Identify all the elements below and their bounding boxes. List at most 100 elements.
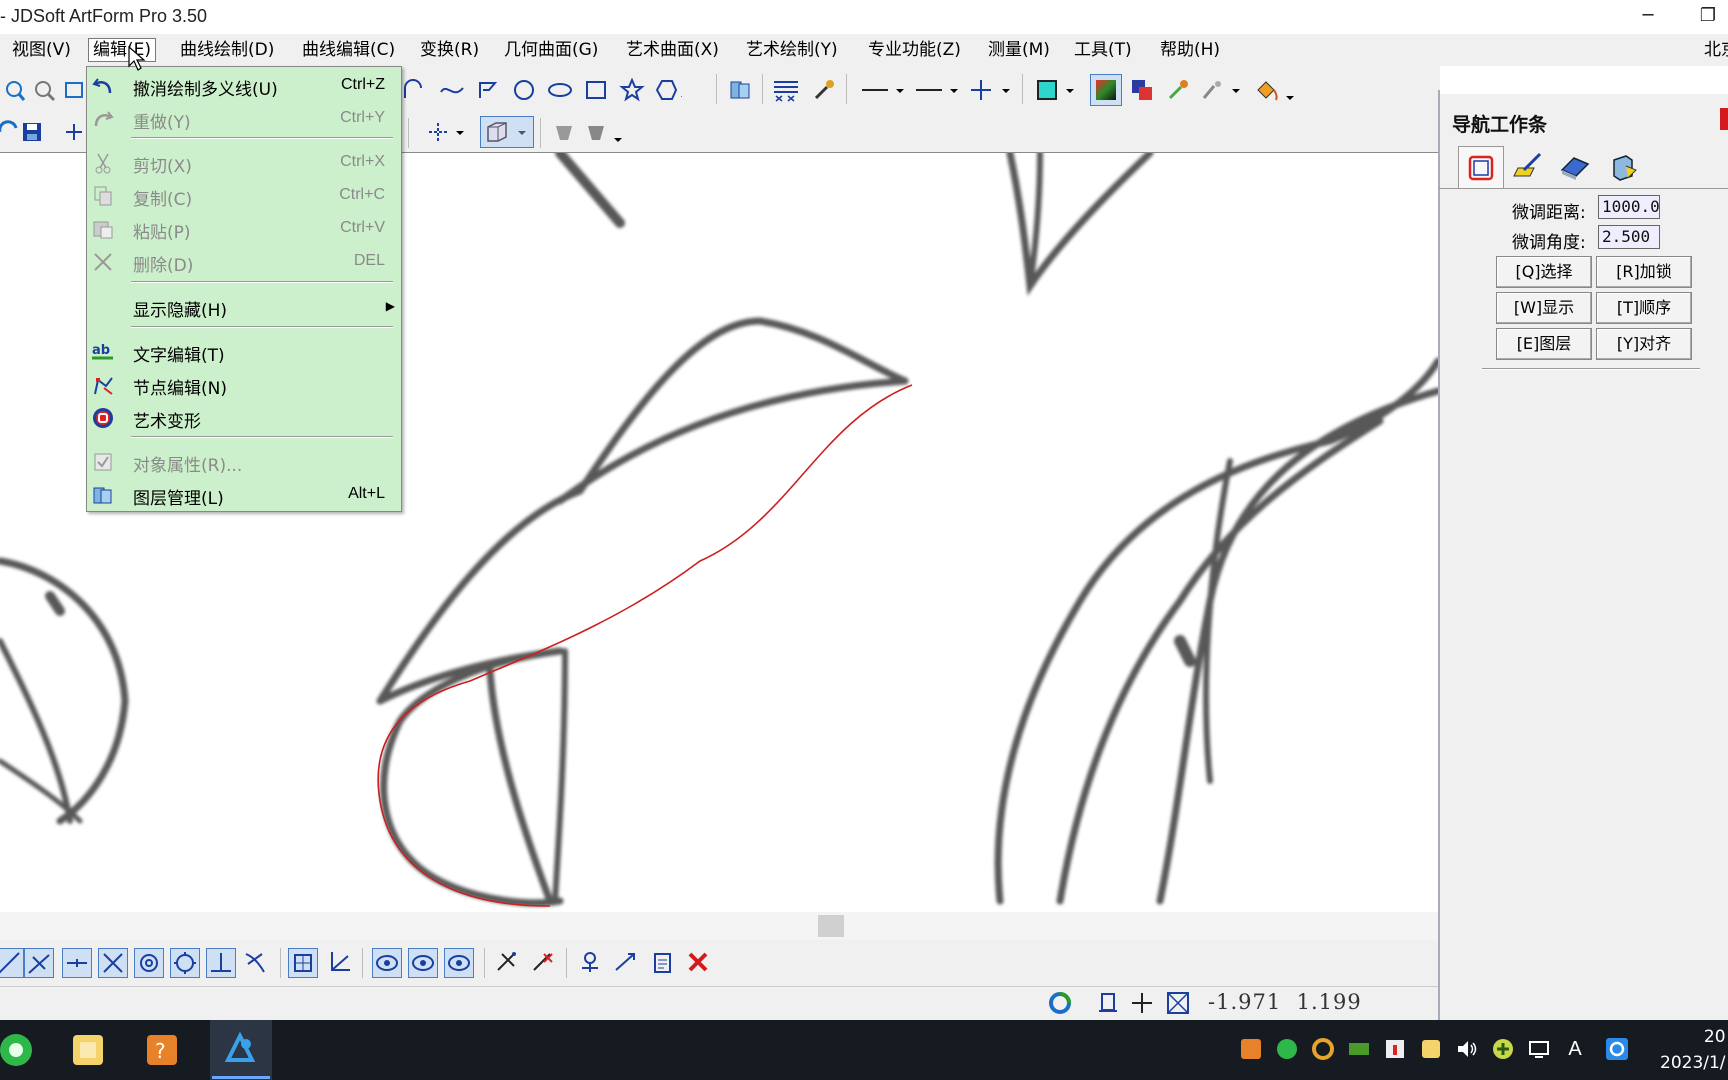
view-mode-3-icon[interactable] [444,948,474,978]
star-icon[interactable] [618,76,646,104]
circle-icon[interactable] [510,76,538,104]
snap-grid-icon[interactable] [288,948,318,978]
zoom-window-icon[interactable] [0,76,28,104]
snap-center-icon[interactable] [134,948,164,978]
tray-qq-icon[interactable] [1604,1036,1630,1062]
menu-professional[interactable]: 专业功能(Z) [864,38,965,62]
menu-item-layers[interactable]: 图层管理(L) Alt+L [87,480,401,510]
shade-icon[interactable] [550,118,578,146]
menu-help[interactable]: 帮助(H) [1156,38,1224,62]
nav-tab-solid[interactable] [1602,146,1648,188]
menu-view[interactable]: 视图(V) [8,38,75,62]
connect-icon[interactable] [612,948,640,976]
show-button[interactable]: [W]显示 [1496,292,1592,324]
refresh-icon[interactable] [1046,989,1074,1017]
snap-angle-icon[interactable] [326,948,354,976]
menu-tools[interactable]: 工具(T) [1070,38,1136,62]
taskbar-browser-icon[interactable] [0,1026,40,1074]
polygon-icon[interactable] [654,76,682,104]
tray-google-icon[interactable] [1310,1036,1336,1062]
snap-perpendicular-icon[interactable] [206,948,236,978]
system-clock[interactable]: 20 2023/1/ [1660,1024,1726,1076]
layer-icon[interactable] [726,76,754,104]
view-box-icon[interactable] [480,116,534,148]
print-icon[interactable] [1094,989,1122,1017]
select-nodes-icon[interactable] [492,948,520,976]
menu-item-show-hide[interactable]: 显示隐藏(H) ▶ [87,292,401,322]
rectangle-icon[interactable] [582,76,610,104]
snap-intersection-icon[interactable] [98,948,128,978]
grid-snap-icon[interactable] [424,118,472,146]
fit-window-icon[interactable] [1164,989,1192,1017]
tray-ime-icon[interactable]: A [1562,1036,1588,1062]
snap-tangent-icon[interactable] [242,948,270,976]
menu-item-text-edit[interactable]: ab 文字编辑(T) [87,337,401,367]
zoom-icon[interactable] [30,76,58,104]
snap-midpoint-icon[interactable] [62,948,92,978]
select-button[interactable]: [Q]选择 [1496,256,1592,288]
ellipse-icon[interactable] [546,76,574,104]
crosshair-icon[interactable] [60,118,88,146]
line-width-icon[interactable] [912,76,962,104]
merge-icon[interactable] [576,948,604,976]
tray-network-icon[interactable] [1274,1036,1300,1062]
eyedropper-icon[interactable] [810,76,838,104]
scrollbar-thumb[interactable] [818,915,844,937]
fill-color-icon[interactable] [1034,76,1084,104]
spray-icon[interactable] [1200,76,1246,104]
minimize-button[interactable]: ─ [1628,2,1668,30]
red-curve[interactable] [377,384,913,907]
menu-art-surface[interactable]: 艺术曲面(X) [622,38,723,62]
tray-volume-icon[interactable] [1454,1036,1480,1062]
save-icon[interactable] [18,118,46,146]
tray-display-icon[interactable] [1526,1036,1552,1062]
menu-transform[interactable]: 变换(R) [416,38,483,62]
zoom-all-icon[interactable] [60,76,88,104]
tray-gpu-icon[interactable] [1346,1036,1372,1062]
layer-button[interactable]: [E]图层 [1496,328,1592,360]
menu-item-art-deform[interactable]: 艺术变形 [87,403,401,433]
nav-tab-pen-surface[interactable] [1504,146,1550,188]
view-mode-1-icon[interactable] [372,948,402,978]
menu-geometric-surface[interactable]: 几何曲面(G) [500,38,602,62]
render-icon[interactable] [584,118,630,146]
delete-nodes-icon[interactable] [528,948,556,976]
polyline-icon[interactable] [474,76,502,104]
taskbar-app-icon[interactable]: ? [138,1026,186,1074]
menu-item-node-edit[interactable]: 节点编辑(N) [87,370,401,400]
color-swap-icon[interactable] [1128,76,1156,104]
snap-endpoint-icon[interactable] [24,948,54,978]
lock-button[interactable]: [R]加锁 [1596,256,1692,288]
menu-curve-edit[interactable]: 曲线编辑(C) [298,38,399,62]
taskbar-artform-icon[interactable] [216,1026,264,1074]
clipboard-list-icon[interactable] [648,948,676,976]
fine-angle-field[interactable]: 2.500 [1598,225,1660,249]
menu-art-draw[interactable]: 艺术绘制(Y) [742,38,842,62]
nav-tab-view[interactable] [1458,146,1504,188]
cancel-icon[interactable] [684,948,712,976]
spline-icon[interactable] [438,76,466,104]
snap-quadrant-icon[interactable] [170,948,200,978]
color-picker-icon[interactable] [1164,76,1192,104]
view-mode-2-icon[interactable] [408,948,438,978]
menu-curve-draw[interactable]: 曲线绘制(D) [176,38,278,62]
tray-security-icon[interactable] [1382,1036,1408,1062]
snap-point-icon[interactable] [966,76,1016,104]
menu-item-undo[interactable]: 撤消绘制多义线(U) Ctrl+Z [87,71,401,101]
tray-files-icon[interactable] [1418,1036,1444,1062]
order-button[interactable]: [T]顺序 [1596,292,1692,324]
restore-button[interactable]: ❐ [1688,2,1728,30]
panel-close-icon[interactable] [1720,108,1728,130]
taskbar-files-icon[interactable] [64,1026,112,1074]
fine-distance-field[interactable]: 1000.0 [1598,195,1660,219]
cursor-cross-icon[interactable] [1128,989,1156,1017]
tray-plus-icon[interactable] [1490,1036,1516,1062]
arc-icon[interactable] [400,76,428,104]
line-style-icon[interactable] [858,76,908,104]
align-button[interactable]: [Y]对齐 [1596,328,1692,360]
nav-tab-surface[interactable] [1552,146,1598,188]
tray-app-icon[interactable] [1238,1036,1264,1062]
menu-measure[interactable]: 测量(M) [984,38,1054,62]
gradient-icon[interactable] [1090,74,1122,106]
snap-line-icon[interactable] [0,948,24,978]
